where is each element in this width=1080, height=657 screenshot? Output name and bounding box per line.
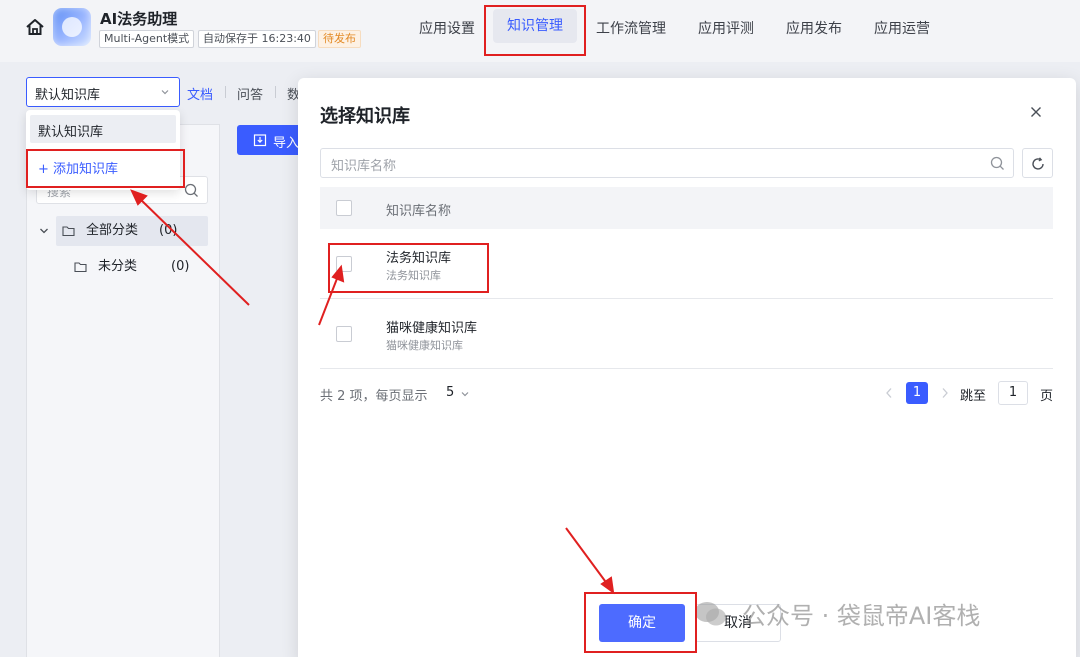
watermark-text: 公众号 · 袋鼠帝AI客栈 bbox=[742, 602, 981, 630]
kb-option-label: 默认知识库 bbox=[38, 125, 104, 140]
annotation-box-add bbox=[26, 149, 185, 188]
search-icon[interactable] bbox=[990, 156, 1005, 171]
tree-count-all: (0) bbox=[159, 223, 178, 238]
nav-app-publish[interactable]: 应用发布 bbox=[786, 18, 842, 38]
kb-name-search-input[interactable]: 知识库名称 bbox=[320, 148, 1014, 178]
home-icon[interactable] bbox=[24, 16, 46, 38]
select-all-checkbox[interactable] bbox=[336, 200, 352, 216]
refresh-icon bbox=[1032, 157, 1044, 170]
jump-label: 跳至 bbox=[960, 389, 987, 404]
autosave-tag: 自动保存于 16:23:40 bbox=[198, 30, 316, 48]
select-kb-modal: 选择知识库 知识库名称 知识库名称 法务知识库 法务知识库 猫咪健康知识库 猫咪… bbox=[298, 78, 1076, 657]
wechat-icon bbox=[695, 602, 726, 626]
tab-documents[interactable]: 文档 bbox=[187, 84, 213, 103]
app-name: AI法务助理 bbox=[100, 10, 178, 28]
tree-label-all: 全部分类 bbox=[86, 223, 139, 238]
folder-icon bbox=[62, 226, 75, 237]
page-label: 页 bbox=[1040, 389, 1054, 404]
app-logo bbox=[53, 8, 91, 46]
kb-select-value: 默认知识库 bbox=[35, 88, 101, 103]
page-size-select[interactable]: 5 bbox=[446, 385, 469, 400]
close-icon[interactable] bbox=[1028, 104, 1044, 120]
modal-title: 选择知识库 bbox=[320, 106, 410, 127]
folder-icon bbox=[74, 262, 87, 273]
kb-select[interactable]: 默认知识库 bbox=[26, 77, 180, 107]
tree-item-uncategorized[interactable]: 未分类 (0) bbox=[72, 252, 208, 282]
tree-label-uncategorized: 未分类 bbox=[98, 259, 138, 274]
chevron-down-icon bbox=[161, 90, 169, 95]
tree-item-all[interactable]: 全部分类 (0) bbox=[36, 216, 208, 246]
search-placeholder: 知识库名称 bbox=[331, 159, 397, 174]
chevron-down-icon bbox=[461, 392, 469, 397]
annotation-box-nav bbox=[484, 5, 586, 56]
nav-app-settings[interactable]: 应用设置 bbox=[419, 18, 475, 38]
annotation-box-confirm bbox=[584, 592, 697, 653]
tab-divider bbox=[275, 86, 276, 98]
nav-app-operations[interactable]: 应用运营 bbox=[874, 18, 930, 38]
kb-row-name: 猫咪健康知识库 bbox=[386, 321, 478, 336]
import-icon bbox=[253, 134, 267, 147]
kb-row-desc: 猫咪健康知识库 bbox=[386, 339, 463, 352]
chevron-left-icon[interactable] bbox=[883, 386, 895, 400]
page-number-current[interactable]: 1 bbox=[906, 382, 928, 404]
tab-qa[interactable]: 问答 bbox=[237, 84, 263, 103]
chevron-down-icon[interactable] bbox=[38, 225, 50, 237]
import-label: 导入 bbox=[273, 136, 300, 151]
annotation-box-row bbox=[328, 243, 489, 293]
refresh-button[interactable] bbox=[1022, 148, 1053, 178]
kb-option-default[interactable]: 默认知识库 bbox=[30, 115, 176, 143]
nav-workflow-management[interactable]: 工作流管理 bbox=[596, 18, 666, 38]
tab-divider bbox=[225, 86, 226, 98]
table-row[interactable]: 猫咪健康知识库 猫咪健康知识库 bbox=[320, 299, 1053, 369]
row-checkbox[interactable] bbox=[336, 326, 352, 342]
nav-app-evaluation[interactable]: 应用评测 bbox=[698, 18, 754, 38]
page-size-value: 5 bbox=[446, 385, 455, 400]
jump-page-input[interactable]: 1 bbox=[998, 381, 1028, 405]
column-header-kb-name: 知识库名称 bbox=[386, 204, 452, 219]
pagination-total: 共 2 项，每页显示 bbox=[320, 389, 428, 404]
status-badge: 待发布 bbox=[318, 30, 361, 48]
tree-count-uncategorized: (0) bbox=[171, 259, 190, 274]
table-header: 知识库名称 bbox=[320, 187, 1053, 229]
import-button[interactable]: 导入 bbox=[237, 125, 307, 155]
chevron-right-icon[interactable] bbox=[939, 386, 951, 400]
search-icon[interactable] bbox=[184, 183, 199, 198]
mode-tag: Multi-Agent模式 bbox=[99, 30, 195, 48]
